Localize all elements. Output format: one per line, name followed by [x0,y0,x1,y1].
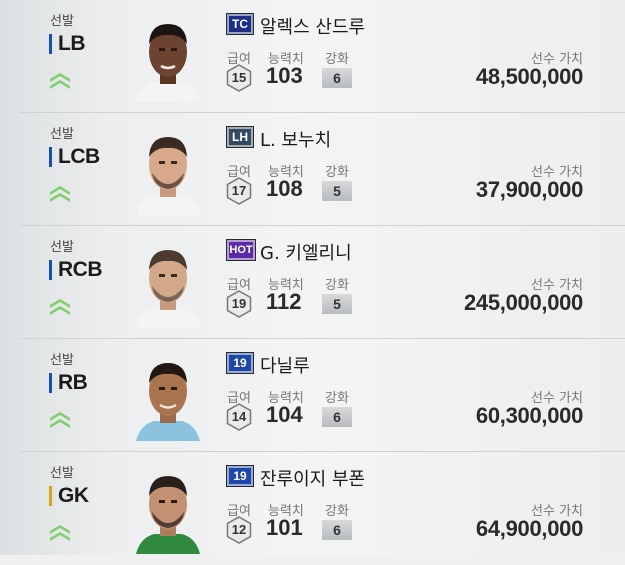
enhance-level: 5 [322,294,352,314]
chevron-up-icon [50,73,70,89]
player-name: G. 키엘리니 [260,243,352,264]
ability-value: 103 [266,63,303,88]
player-name: 알렉스 산드루 [260,17,366,38]
player-portrait [136,363,200,441]
chevron-up-icon [50,412,70,428]
enhance-label: 강화 [325,504,349,519]
salary-hexagon: 19 [226,290,252,318]
starter-label: 선발 [50,127,74,142]
enhance-level: 6 [322,520,352,540]
season-badge: 19 [226,465,254,487]
position-color-bar [49,260,52,280]
salary-hexagon: 14 [226,403,252,431]
enhance-level: 6 [322,68,352,88]
player-row[interactable]: 선발 RCB HOT G. 키엘리니 급여 능력치 강화 19 112 5 선수… [0,226,625,339]
player-portrait [136,476,200,554]
position-text: LCB [58,145,100,168]
player-value: 37,900,000 [475,177,583,202]
salary-value: 19 [231,296,247,311]
chevron-up-icon [50,525,70,541]
salary-value: 17 [231,183,247,198]
player-name: 잔루이지 부폰 [260,469,366,490]
position-color-bar [49,486,52,506]
chevron-up-icon [50,186,70,202]
player-row[interactable]: 선발 RB 19 다닐루 급여 능력치 강화 14 104 6 선수 가치 60… [0,339,625,452]
season-badge: LH [226,126,254,148]
player-value: 245,000,000 [463,290,583,315]
position-tag: GK [49,484,89,507]
season-badge: 19 [226,352,254,374]
position-text: RB [58,371,88,394]
salary-value: 12 [231,522,247,537]
starter-label: 선발 [50,14,74,29]
player-row[interactable]: 선발 LB TC 알렉스 산드루 급여 능력치 강화 15 103 6 선수 가… [0,0,625,113]
salary-hexagon: 12 [226,516,252,544]
player-portrait [136,24,200,102]
enhance-label: 강화 [325,391,349,406]
player-value: 60,300,000 [475,403,583,428]
season-badge: TC [226,13,254,35]
player-row[interactable]: 선발 LCB LH L. 보누치 급여 능력치 강화 17 108 5 선수 가… [0,113,625,226]
enhance-label: 강화 [325,52,349,67]
salary-hexagon: 15 [226,64,252,92]
position-tag: LB [49,32,86,55]
position-color-bar [49,147,52,167]
player-name: L. 보누치 [260,130,332,151]
position-tag: RCB [49,258,103,281]
starter-label: 선발 [50,240,74,255]
position-text: LB [58,32,86,55]
player-portrait [136,250,200,328]
player-row[interactable]: 선발 GK 19 잔루이지 부폰 급여 능력치 강화 12 101 6 선수 가… [0,452,625,565]
position-color-bar [49,34,52,54]
season-badge: HOT [226,239,256,261]
chevron-up-icon [50,299,70,315]
position-tag: RB [49,371,88,394]
player-value: 64,900,000 [475,516,583,541]
ability-value: 112 [266,289,302,314]
salary-hexagon: 17 [226,177,252,205]
position-text: RCB [58,258,103,281]
ability-value: 104 [266,402,303,427]
salary-value: 14 [231,409,247,424]
ability-value: 108 [266,176,303,201]
ability-value: 101 [266,515,303,540]
player-name: 다닐루 [260,356,310,377]
player-portrait [136,137,200,215]
position-text: GK [58,484,89,507]
starter-label: 선발 [50,466,74,481]
enhance-level: 6 [322,407,352,427]
position-color-bar [49,373,52,393]
salary-value: 15 [231,70,247,85]
starter-label: 선발 [50,353,74,368]
enhance-label: 강화 [325,165,349,180]
player-value: 48,500,000 [475,64,583,89]
enhance-label: 강화 [325,278,349,293]
position-tag: LCB [49,145,100,168]
enhance-level: 5 [322,181,352,201]
